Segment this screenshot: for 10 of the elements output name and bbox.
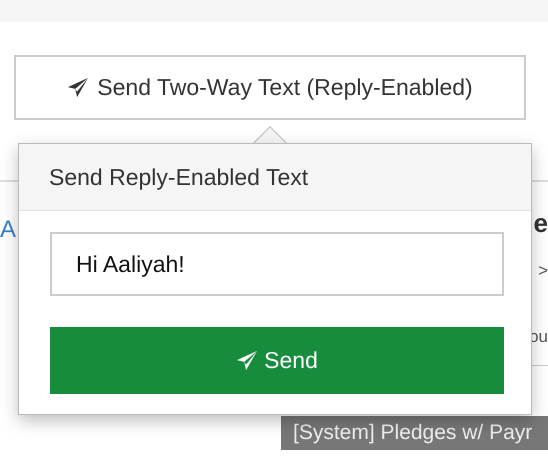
heading: e <box>534 208 548 239</box>
report-tag: [System] Pledges w/ Payr <box>281 416 548 450</box>
send-text-button[interactable]: Send Two-Way Text (Reply-Enabled) <box>14 55 526 120</box>
send-button[interactable]: Send <box>50 327 504 394</box>
chevron-text: > <box>538 261 548 281</box>
message-field[interactable]: Hi Aaliyah! <box>50 232 504 296</box>
paper-plane-icon <box>236 350 258 372</box>
link[interactable]: A <box>0 216 16 366</box>
paper-plane-icon <box>67 76 90 98</box>
popover-title: Send Reply-Enabled Text <box>49 164 308 190</box>
